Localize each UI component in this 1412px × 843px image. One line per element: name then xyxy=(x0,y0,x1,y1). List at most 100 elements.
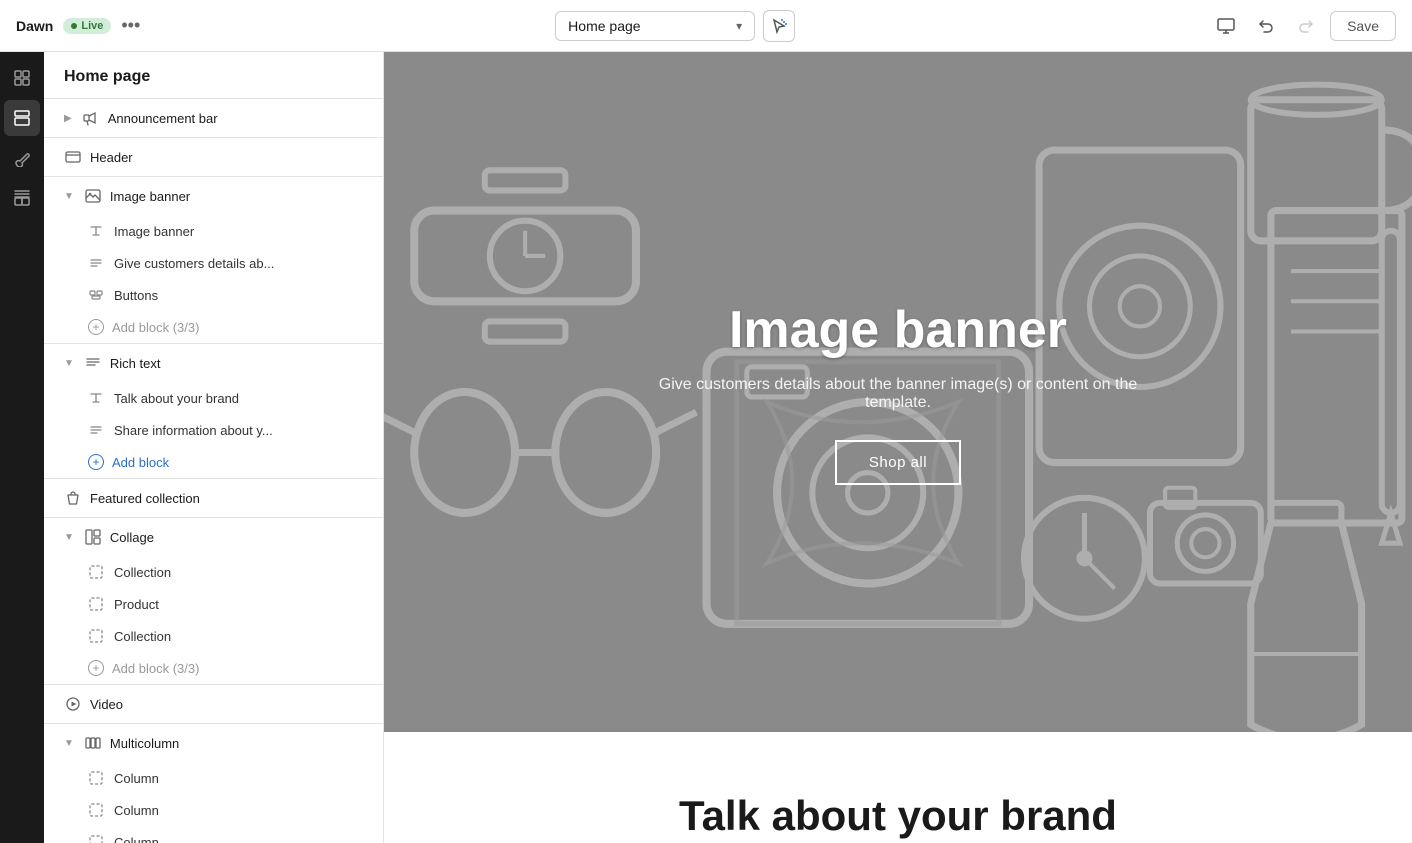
topbar-right: Save xyxy=(1210,10,1396,42)
cursor-select-button[interactable] xyxy=(763,10,795,42)
child-collection-2-label: Collection xyxy=(114,629,171,644)
child-share-info-label: Share information about y... xyxy=(114,423,273,438)
child-give-customers[interactable]: Give customers details ab... xyxy=(44,247,383,279)
section-header: Header xyxy=(44,138,383,177)
undo-button[interactable] xyxy=(1250,10,1282,42)
add-block-image-banner[interactable]: + Add block (3/3) xyxy=(44,311,383,343)
brush-icon xyxy=(13,149,31,167)
section-header-video[interactable]: Video xyxy=(44,685,383,723)
rich-text-section-icon xyxy=(85,355,101,371)
child-column-2-label: Column xyxy=(114,803,159,818)
megaphone-icon xyxy=(83,110,99,126)
collage-section-icon xyxy=(85,529,101,545)
section-header-featured-collection[interactable]: Featured collection xyxy=(44,479,383,517)
child-talk-about[interactable]: Talk about your brand xyxy=(44,382,383,414)
announcement-bar-label: Announcement bar xyxy=(108,111,363,126)
blocks-icon xyxy=(13,189,31,207)
banner-title: Image banner xyxy=(638,300,1158,360)
page-select-dropdown[interactable]: Home page ▾ xyxy=(555,11,755,41)
child-buttons-label: Buttons xyxy=(114,288,158,303)
main-layout: Home page ▶ Announcement bar xyxy=(0,52,1412,843)
section-announcement-bar: ▶ Announcement bar xyxy=(44,99,383,138)
column-3-icon xyxy=(88,834,104,843)
section-video: Video xyxy=(44,685,383,724)
chevron-down-icon: ▼ xyxy=(64,191,74,202)
header-label: Header xyxy=(90,150,363,165)
play-icon xyxy=(65,696,81,712)
chevron-down-icon-2: ▼ xyxy=(64,358,74,369)
child-give-customers-label: Give customers details ab... xyxy=(114,256,274,271)
section-header-image-banner[interactable]: ▼ Image banner xyxy=(44,177,383,215)
rich-text-canvas-title: Talk about your brand xyxy=(424,792,1372,840)
image-banner-canvas[interactable]: Image banner Give customers details abou… xyxy=(384,52,1412,732)
section-header-header[interactable]: Header xyxy=(44,138,383,176)
topbar-left: Dawn Live ••• xyxy=(16,15,140,36)
add-block-rich-text-label: Add block xyxy=(112,455,169,470)
multicolumn-icon xyxy=(84,734,102,752)
add-block-icon: + xyxy=(88,319,104,335)
child-column-2[interactable]: Column xyxy=(44,794,383,826)
video-label: Video xyxy=(90,697,363,712)
bracket-icon-1 xyxy=(88,564,104,580)
add-block-collage[interactable]: + Add block (3/3) xyxy=(44,652,383,684)
nav-icons xyxy=(0,52,44,843)
store-name: Dawn xyxy=(16,18,53,34)
live-dot xyxy=(71,23,77,29)
section-header-multicolumn[interactable]: ▼ Multicolumn xyxy=(44,724,383,762)
bag-icon xyxy=(65,490,81,506)
nav-icon-blocks[interactable] xyxy=(4,180,40,216)
rich-text-children: Talk about your brand Share information … xyxy=(44,382,383,478)
canvas: Image banner Give customers details abou… xyxy=(384,52,1412,843)
announcement-bar-icon xyxy=(82,109,100,127)
dashboard-icon xyxy=(13,69,31,87)
bracket-collection-2-icon xyxy=(89,629,103,643)
child-talk-about-label: Talk about your brand xyxy=(114,391,239,406)
column-bracket-1 xyxy=(89,771,103,785)
section-featured-collection: Featured collection xyxy=(44,479,383,518)
section-rich-text: ▼ Rich text Talk about your xyxy=(44,344,383,479)
multicolumn-label: Multicolumn xyxy=(110,736,363,751)
child-buttons[interactable]: Buttons xyxy=(44,279,383,311)
btn-icon xyxy=(89,288,103,302)
rich-text-icon xyxy=(84,354,102,372)
chevron-down-icon-3: ▼ xyxy=(64,532,74,543)
section-header-announcement-bar[interactable]: ▶ Announcement bar xyxy=(44,99,383,137)
image-banner-section-label: Image banner xyxy=(110,189,363,204)
redo-button[interactable] xyxy=(1290,10,1322,42)
image-banner-children: Image banner Give customers details ab..… xyxy=(44,215,383,343)
child-collection-2[interactable]: Collection xyxy=(44,620,383,652)
add-block-rich-text[interactable]: + Add block xyxy=(44,446,383,478)
child-collection-1[interactable]: Collection xyxy=(44,556,383,588)
add-block-image-banner-label: Add block (3/3) xyxy=(112,320,199,335)
sections-icon xyxy=(13,109,31,127)
text-icon xyxy=(89,224,103,238)
section-header-rich-text[interactable]: ▼ Rich text xyxy=(44,344,383,382)
featured-collection-icon xyxy=(64,489,82,507)
image-icon xyxy=(85,188,101,204)
desktop-icon xyxy=(1216,16,1236,36)
desktop-view-button[interactable] xyxy=(1210,10,1242,42)
bracket-collection-icon xyxy=(89,565,103,579)
banner-shop-all-button[interactable]: Shop all xyxy=(835,440,961,485)
page-select-value: Home page xyxy=(568,18,640,34)
chevron-right-icon: ▶ xyxy=(64,113,72,124)
banner-subtitle: Give customers details about the banner … xyxy=(638,376,1158,412)
add-block-collage-label: Add block (3/3) xyxy=(112,661,199,676)
more-menu-button[interactable]: ••• xyxy=(121,15,140,36)
child-share-info[interactable]: Share information about y... xyxy=(44,414,383,446)
child-column-1[interactable]: Column xyxy=(44,762,383,794)
collage-icon xyxy=(84,528,102,546)
save-button[interactable]: Save xyxy=(1330,11,1396,41)
nav-icon-dashboard[interactable] xyxy=(4,60,40,96)
multicolumn-children: Column Column Colu xyxy=(44,762,383,843)
nav-icon-sections[interactable] xyxy=(4,100,40,136)
text-icon-2 xyxy=(89,391,103,405)
nav-icon-brush[interactable] xyxy=(4,140,40,176)
child-column-3[interactable]: Column xyxy=(44,826,383,843)
section-header-collage[interactable]: ▼ Collage xyxy=(44,518,383,556)
column-2-icon xyxy=(88,802,104,818)
lines-icon-2 xyxy=(89,423,103,437)
child-image-banner-block[interactable]: Image banner xyxy=(44,215,383,247)
bracket-icon-2 xyxy=(88,596,104,612)
child-product[interactable]: Product xyxy=(44,588,383,620)
